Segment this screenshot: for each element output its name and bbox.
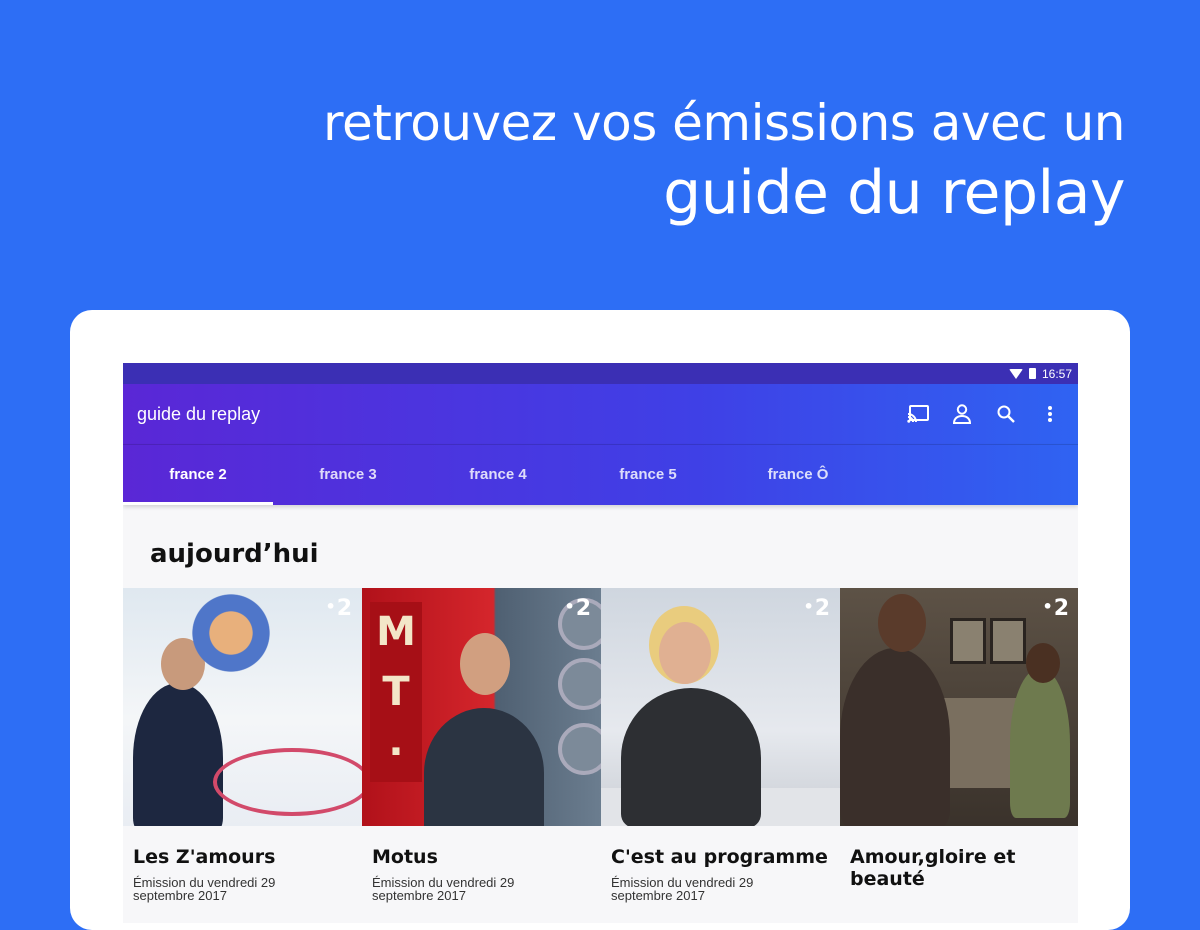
program-title: Les Z'amours [133,846,276,868]
program-date: Émission du vendredi 29 septembre 2017 [372,876,591,902]
program-date: Émission du vendredi 29 septembre 2017 [611,876,830,902]
app-title: guide du replay [137,403,261,424]
channel-badge: 2 [564,596,591,621]
section-title: aujourd’hui [150,539,319,569]
tab-france-4[interactable]: france 4 [423,445,573,505]
program-card[interactable]: MT· 2 Motus Émission du vendredi 29 sept… [362,588,601,911]
program-date: Émission du vendredi 29 septembre 2017 [133,876,352,902]
host-head [460,633,510,695]
program-info: Les Z'amours Émission du vendredi 29 sep… [123,826,362,902]
program-thumbnail[interactable]: MT· 2 [362,588,601,826]
wall-frame-decor [990,618,1026,664]
channel-badge: 2 [803,596,830,621]
headline-line-2: guide du replay [663,158,1125,228]
status-time: 16:57 [1041,366,1072,381]
program-date-line-2: septembre 2017 [611,888,705,903]
program-title: C'est au programme [611,846,828,868]
host-figure [133,683,223,826]
program-info: Motus Émission du vendredi 29 septembre … [362,826,601,902]
program-card[interactable]: 2 Amour,gloire et beauté [840,588,1078,911]
status-bar: 16:57 [123,363,1078,384]
actor-figure [1010,668,1070,818]
program-info: Amour,gloire et beauté [840,826,1078,911]
headline-line-1: retrouvez vos émissions avec un [322,94,1126,152]
search-icon[interactable] [994,402,1018,426]
app-screen: 16:57 guide du replay france 2 france 3 … [123,363,1078,923]
program-info: C'est au programme Émission du vendredi … [601,826,840,902]
more-vert-icon[interactable] [1038,402,1062,426]
tab-france-o[interactable]: france Ô [723,445,873,505]
wall-frame-decor [950,618,986,664]
app-bar-actions [906,402,1062,426]
program-title: Motus [372,846,438,868]
actor-figure [840,648,950,826]
promo-headline: retrouvez vos émissions avec un guide du… [322,92,1126,232]
program-list: 2 Les Z'amours Émission du vendredi 29 s… [123,588,1078,911]
channel-badge: 2 [325,596,352,621]
account-icon[interactable] [950,402,974,426]
program-card[interactable]: 2 C'est au programme Émission du vendred… [601,588,840,911]
program-thumbnail[interactable]: 2 [123,588,362,826]
motus-letters-decor: M T · [370,602,422,782]
decor-illustration [183,588,303,678]
channel-badge: 2 [1042,596,1069,621]
actor-head [1026,643,1060,683]
host-figure [424,708,544,826]
set-light-decor [558,723,601,775]
program-card[interactable]: 2 Les Z'amours Émission du vendredi 29 s… [123,588,362,911]
program-date-line-2: septembre 2017 [372,888,466,903]
app-bar: guide du replay [123,384,1078,445]
program-date-line-2: septembre 2017 [133,888,227,903]
channel-tabs: france 2 france 3 france 4 france 5 fran… [123,445,1078,505]
wifi-icon [1008,368,1023,379]
set-logo-decor [213,748,362,816]
program-thumbnail[interactable]: 2 [601,588,840,826]
cast-icon[interactable] [906,402,930,426]
program-title: Amour,gloire et beauté [850,846,1016,890]
tab-france-2[interactable]: france 2 [123,445,273,505]
actor-head [878,594,926,652]
battery-icon [1028,368,1036,379]
program-thumbnail[interactable]: 2 [840,588,1078,826]
set-light-decor [558,658,601,710]
tab-france-5[interactable]: france 5 [573,445,723,505]
host-head [659,622,711,684]
host-figure [621,688,761,826]
tab-france-3[interactable]: france 3 [273,445,423,505]
